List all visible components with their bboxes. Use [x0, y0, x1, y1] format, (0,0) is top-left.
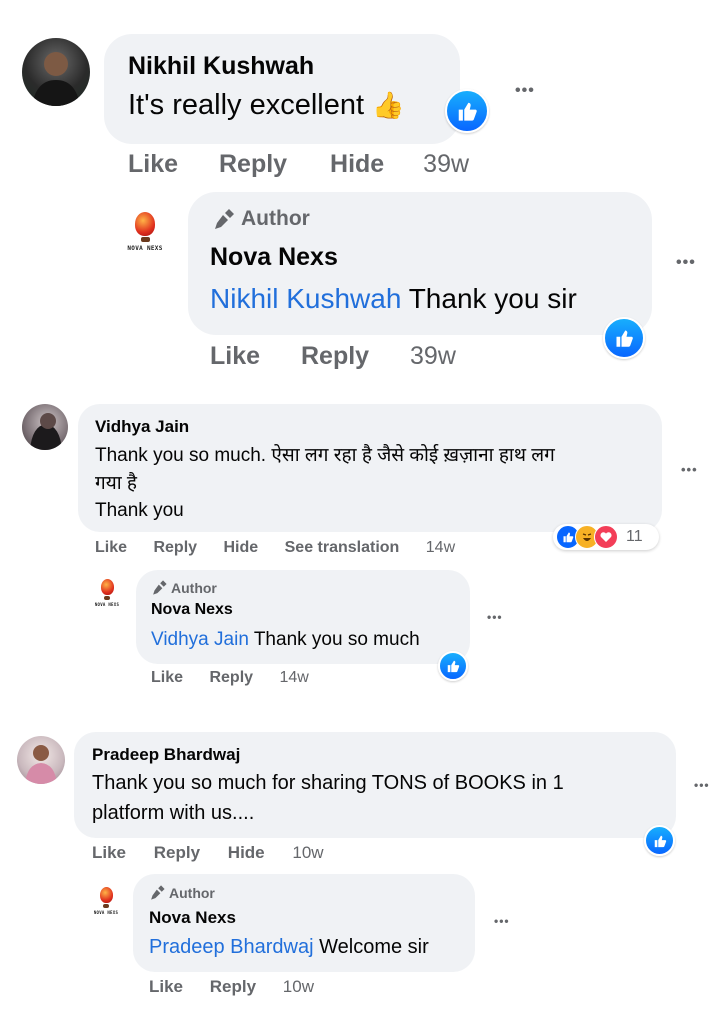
person-silhouette-icon [30, 413, 62, 450]
comment-body: It's really excellent [128, 89, 365, 121]
love-reaction-icon [594, 525, 618, 549]
like-button[interactable]: Like [151, 669, 183, 687]
commenter-name[interactable]: Nikhil Kushwah [128, 52, 314, 81]
more-options-icon[interactable]: ••• [694, 778, 710, 792]
reply-button[interactable]: Reply [301, 342, 369, 371]
commenter-name[interactable]: Pradeep Bhardwaj [92, 745, 240, 765]
reply-text: Vidhya Jain Thank you so much [151, 629, 420, 650]
comment-text-line2: गया है [95, 473, 138, 494]
author-badge: Author [149, 884, 215, 901]
logo-lettering: NOVA NEXS [94, 602, 120, 607]
more-options-icon[interactable]: ••• [681, 462, 698, 477]
like-reaction-icon[interactable] [644, 825, 675, 856]
reply-button[interactable]: Reply [209, 669, 253, 687]
comment-text-line1: Thank you so much for sharing TONS of BO… [92, 772, 564, 794]
mention-link[interactable]: Vidhya Jain [151, 629, 249, 650]
reply-button[interactable]: Reply [153, 539, 197, 557]
reaction-summary[interactable]: 11 [553, 524, 659, 550]
thumbs-up-icon [616, 330, 633, 347]
microphone-icon [151, 885, 165, 900]
hide-button[interactable]: Hide [228, 843, 265, 863]
like-button[interactable]: Like [92, 843, 126, 863]
nova-nexs-logo[interactable]: NOVA NEXS [88, 574, 126, 612]
commenter-name[interactable]: Vidhya Jain [95, 417, 189, 437]
hide-button[interactable]: Hide [224, 539, 259, 557]
reply-text: Pradeep Bhardwaj Welcome sir [149, 936, 429, 958]
timestamp[interactable]: 39w [423, 150, 469, 179]
reply-author-name[interactable]: Nova Nexs [149, 908, 236, 928]
reply-author-name[interactable]: Nova Nexs [210, 243, 338, 272]
comment-actions: Like Reply Hide See translation 14w [95, 539, 455, 557]
avatar-pradeep[interactable] [17, 736, 65, 784]
comment-text-line3: Thank you [95, 500, 184, 521]
microphone-icon [215, 209, 234, 229]
mention-link[interactable]: Pradeep Bhardwaj [149, 936, 314, 958]
like-button[interactable]: Like [128, 150, 178, 179]
mention-link[interactable]: Nikhil Kushwah [210, 283, 401, 314]
timestamp[interactable]: 10w [292, 843, 323, 863]
thumbs-up-icon [654, 835, 666, 847]
like-button[interactable]: Like [95, 539, 127, 557]
logo-lettering: NOVA NEXS [93, 910, 119, 915]
reply-actions: Like Reply 10w [149, 977, 314, 997]
like-reaction-icon[interactable] [603, 317, 645, 359]
reply-button[interactable]: Reply [219, 150, 287, 179]
timestamp[interactable]: 14w [426, 539, 455, 557]
nova-nexs-logo[interactable]: NOVA NEXS [86, 881, 126, 921]
more-options-icon[interactable]: ••• [515, 82, 535, 100]
reply-actions: Like Reply 14w [151, 669, 309, 687]
reply-actions: Like Reply 39w [210, 342, 456, 371]
timestamp[interactable]: 10w [283, 977, 314, 997]
person-silhouette-icon [25, 745, 57, 784]
author-badge: Author [151, 579, 217, 596]
comment-text-line2: platform with us.... [92, 802, 255, 824]
reply-text: Nikhil Kushwah Thank you sir [210, 283, 577, 314]
comment-actions: Like Reply Hide 10w [92, 843, 324, 863]
more-options-icon[interactable]: ••• [494, 914, 510, 928]
avatar-vidhya[interactable] [22, 404, 68, 450]
person-silhouette-icon [32, 52, 80, 106]
thumbs-up-icon [458, 102, 477, 121]
logo-lettering: NOVA NEXS [127, 245, 163, 252]
like-button[interactable]: Like [210, 342, 260, 371]
author-badge: Author [212, 207, 310, 231]
comment-text-line1: Thank you so much. ऐसा लग रहा है जैसे को… [95, 445, 555, 466]
reply-button[interactable]: Reply [210, 977, 256, 997]
avatar-nikhil[interactable] [22, 38, 90, 106]
reply-author-name[interactable]: Nova Nexs [151, 601, 233, 619]
hide-button[interactable]: Hide [330, 150, 384, 179]
timestamp[interactable]: 39w [410, 342, 456, 371]
comment-text: It's really excellent 👍 [128, 89, 404, 122]
like-reaction-icon[interactable] [438, 651, 468, 681]
reaction-count: 11 [626, 528, 643, 545]
comment-actions: Like Reply Hide 39w [128, 150, 469, 179]
like-button[interactable]: Like [149, 977, 183, 997]
more-options-icon[interactable]: ••• [487, 610, 503, 624]
see-translation-button[interactable]: See translation [285, 539, 400, 557]
like-reaction-icon[interactable] [445, 89, 489, 133]
timestamp[interactable]: 14w [280, 669, 309, 687]
thumbs-up-icon [447, 660, 460, 673]
reply-button[interactable]: Reply [154, 843, 200, 863]
more-options-icon[interactable]: ••• [676, 254, 696, 272]
nova-nexs-logo[interactable]: NOVA NEXS [117, 204, 173, 260]
thumbs-up-emoji: 👍 [372, 90, 405, 120]
microphone-icon [153, 580, 167, 595]
